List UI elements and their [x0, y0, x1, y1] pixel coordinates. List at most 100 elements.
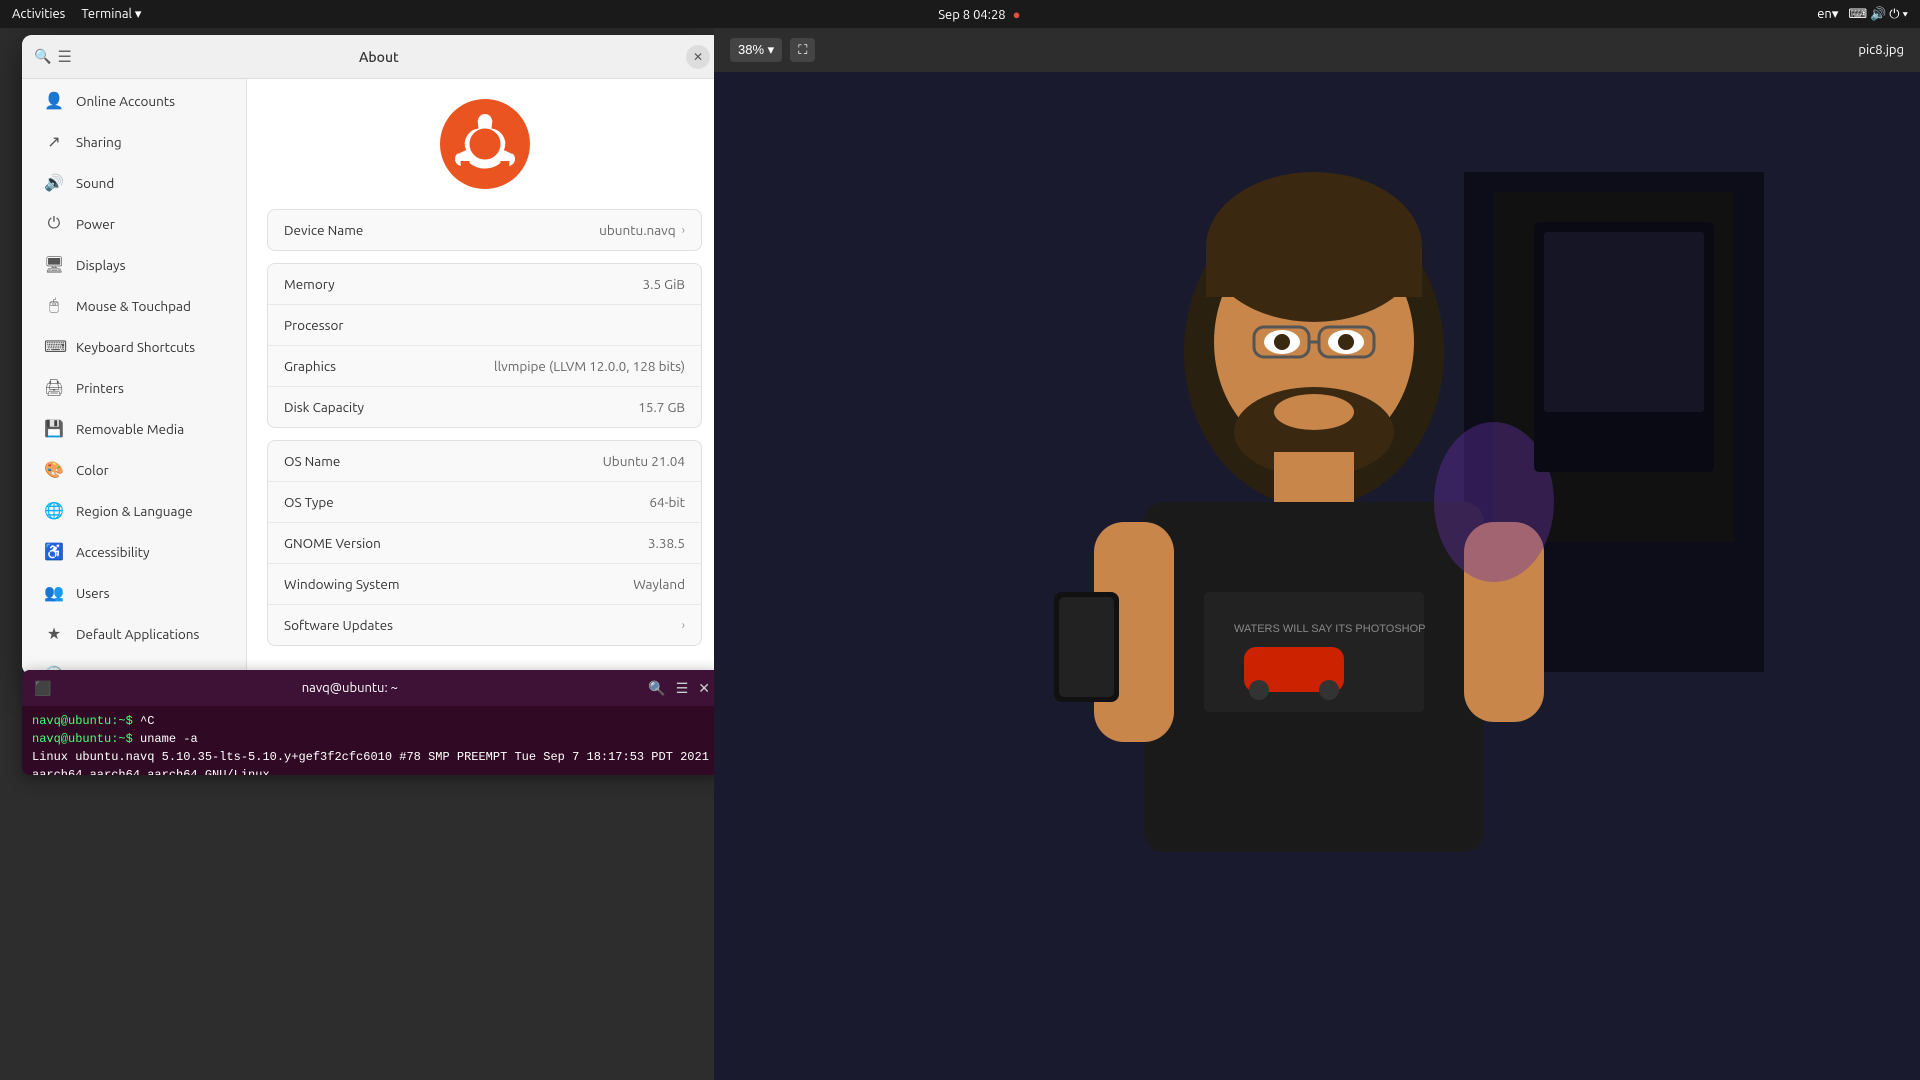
software-updates-chevron: ›: [682, 619, 685, 632]
online-accounts-icon: 👤: [44, 91, 64, 110]
os-name-value: Ubuntu 21.04: [603, 453, 685, 469]
terminal-app-icon: ⬛: [34, 680, 51, 697]
sidebar-item-power[interactable]: ⏻ Power: [28, 204, 240, 243]
sidebar-label-sharing: Sharing: [76, 134, 122, 150]
settings-window: 🔍 ☰ About ✕ 👤 Online Accounts ↗ Sharing …: [22, 35, 722, 675]
processor-row: Processor: [268, 305, 701, 346]
terminal-titlebar: ⬛ navq@ubuntu: ~ 🔍 ☰ ✕: [22, 670, 722, 706]
power-icon: ⏻: [44, 214, 64, 233]
svg-text:WATERS WILL SAY ITS PHOTOSHOP: WATERS WILL SAY ITS PHOTOSHOP: [1234, 623, 1426, 635]
sidebar-label-accessibility: Accessibility: [76, 544, 150, 560]
terminal-line-1: navq@ubuntu:~$ ^C: [32, 712, 712, 730]
sidebar-label-sound: Sound: [76, 175, 114, 191]
sidebar-item-keyboard[interactable]: ⌨ Keyboard Shortcuts: [28, 327, 240, 366]
sidebar-label-displays: Displays: [76, 257, 125, 273]
ubuntu-logo-circle: [440, 99, 530, 189]
close-button[interactable]: ✕: [686, 45, 710, 69]
sidebar-label-mouse: Mouse & Touchpad: [76, 298, 191, 314]
topbar-right: en▾ ⌨ 🔊 ⏻ ▾: [1817, 7, 1908, 22]
sharing-icon: ↗: [44, 132, 64, 151]
device-name-value: ubuntu.navq ›: [599, 222, 685, 238]
sidebar: 👤 Online Accounts ↗ Sharing 🔊 Sound ⏻ Po…: [22, 79, 247, 675]
sidebar-label-keyboard: Keyboard Shortcuts: [76, 339, 195, 355]
titlebar-left: 🔍 ☰: [34, 47, 72, 66]
terminal-menu-icon[interactable]: ☰: [676, 680, 689, 697]
terminal-close-button[interactable]: ✕: [698, 680, 710, 697]
memory-row: Memory 3.5 GiB: [268, 264, 701, 305]
windowing-system-row: Windowing System Wayland: [268, 564, 701, 605]
terminal-search-icon[interactable]: 🔍: [648, 680, 665, 697]
settings-titlebar: 🔍 ☰ About ✕: [22, 35, 722, 79]
graphics-row: Graphics llvmpipe (LLVM 12.0.0, 128 bits…: [268, 346, 701, 387]
sidebar-item-sharing[interactable]: ↗ Sharing: [28, 122, 240, 161]
device-name-row[interactable]: Device Name ubuntu.navq ›: [268, 210, 701, 250]
sidebar-label-power: Power: [76, 216, 115, 232]
viewer-content: WATERS WILL SAY ITS PHOTOSHOP: [714, 72, 1920, 1080]
photo-svg: WATERS WILL SAY ITS PHOTOSHOP: [714, 72, 1920, 1080]
memory-value: 3.5 GiB: [643, 276, 685, 292]
keyboard-icon: ⌨: [44, 337, 64, 356]
viewer-fullscreen-button[interactable]: ⛶: [790, 38, 815, 62]
device-name-chevron: ›: [682, 224, 685, 237]
sidebar-label-region: Region & Language: [76, 503, 193, 519]
sidebar-item-online-accounts[interactable]: 👤 Online Accounts: [28, 81, 240, 120]
removable-media-icon: 💾: [44, 419, 64, 438]
terminal-line-3: Linux ubuntu.navq 5.10.35-lts-5.10.y+gef…: [32, 748, 712, 775]
ubuntu-logo: [267, 99, 702, 189]
terminal-right-controls: 🔍 ☰ ✕: [648, 680, 710, 697]
viewer-zoom-controls: 38% ▾ ⛶: [730, 38, 815, 62]
os-name-label: OS Name: [284, 453, 340, 469]
graphics-value: llvmpipe (LLVM 12.0.0, 128 bits): [494, 358, 685, 374]
disk-capacity-label: Disk Capacity: [284, 399, 364, 415]
lang-selector[interactable]: en▾: [1817, 7, 1838, 22]
graphics-label: Graphics: [284, 358, 336, 374]
sidebar-label-removable: Removable Media: [76, 421, 184, 437]
ubuntu-logo-svg: [445, 104, 525, 184]
settings-body: 👤 Online Accounts ↗ Sharing 🔊 Sound ⏻ Po…: [22, 79, 722, 675]
gnome-version-value: 3.38.5: [648, 535, 685, 551]
sidebar-item-mouse-touchpad[interactable]: 🖱 Mouse & Touchpad: [28, 286, 240, 325]
gnome-version-row: GNOME Version 3.38.5: [268, 523, 701, 564]
sidebar-item-displays[interactable]: 🖥 Displays: [28, 245, 240, 284]
default-apps-icon: ★: [44, 624, 64, 643]
windowing-system-label: Windowing System: [284, 576, 400, 592]
sidebar-item-removable-media[interactable]: 💾 Removable Media: [28, 409, 240, 448]
os-name-row: OS Name Ubuntu 21.04: [268, 441, 701, 482]
sidebar-item-region-language[interactable]: 🌐 Region & Language: [28, 491, 240, 530]
about-content: Device Name ubuntu.navq › Memory 3.5 GiB: [247, 79, 722, 675]
software-updates-arrow: ›: [682, 619, 685, 632]
sidebar-item-printers[interactable]: 🖨 Printers: [28, 368, 240, 407]
viewer-zoom-button[interactable]: 38% ▾: [730, 38, 782, 62]
sidebar-item-users[interactable]: 👥 Users: [28, 573, 240, 612]
software-updates-label: Software Updates: [284, 617, 393, 633]
software-updates-row[interactable]: Software Updates ›: [268, 605, 701, 645]
sidebar-item-sound[interactable]: 🔊 Sound: [28, 163, 240, 202]
sidebar-item-color[interactable]: 🎨 Color: [28, 450, 240, 489]
sidebar-label-color: Color: [76, 462, 109, 478]
sidebar-item-accessibility[interactable]: ♿ Accessibility: [28, 532, 240, 571]
terminal-left-controls: ⬛: [34, 680, 51, 697]
os-type-row: OS Type 64-bit: [268, 482, 701, 523]
device-name-label: Device Name: [284, 222, 363, 238]
windowing-system-value: Wayland: [633, 576, 685, 592]
processor-label: Processor: [284, 317, 344, 333]
sidebar-item-default-applications[interactable]: ★ Default Applications: [28, 614, 240, 653]
sidebar-label-users: Users: [76, 585, 110, 601]
system-icons: ⌨ 🔊 ⏻ ▾: [1848, 7, 1908, 22]
os-type-label: OS Type: [284, 494, 334, 510]
os-section: OS Name Ubuntu 21.04 OS Type 64-bit GNOM…: [267, 440, 702, 646]
hamburger-menu-icon[interactable]: ☰: [57, 47, 71, 66]
sidebar-label-online-accounts: Online Accounts: [76, 93, 175, 109]
topbar-left: Activities Terminal ▾: [12, 7, 141, 22]
hardware-section: Memory 3.5 GiB Processor Graphics llvmpi…: [267, 263, 702, 428]
image-viewer: 38% ▾ ⛶ pic8.jpg: [714, 28, 1920, 1080]
photo-content: WATERS WILL SAY ITS PHOTOSHOP: [714, 72, 1920, 1080]
sidebar-label-default-apps: Default Applications: [76, 626, 199, 642]
printers-icon: 🖨: [44, 378, 64, 397]
region-icon: 🌐: [44, 501, 64, 520]
search-icon[interactable]: 🔍: [34, 48, 51, 65]
topbar: Activities Terminal ▾ Sep 8 04:28 ● en▾ …: [0, 0, 1920, 28]
terminal-body[interactable]: navq@ubuntu:~$ ^C navq@ubuntu:~$ uname -…: [22, 706, 722, 775]
gnome-version-label: GNOME Version: [284, 535, 381, 551]
activities-button[interactable]: Activities: [12, 7, 65, 21]
